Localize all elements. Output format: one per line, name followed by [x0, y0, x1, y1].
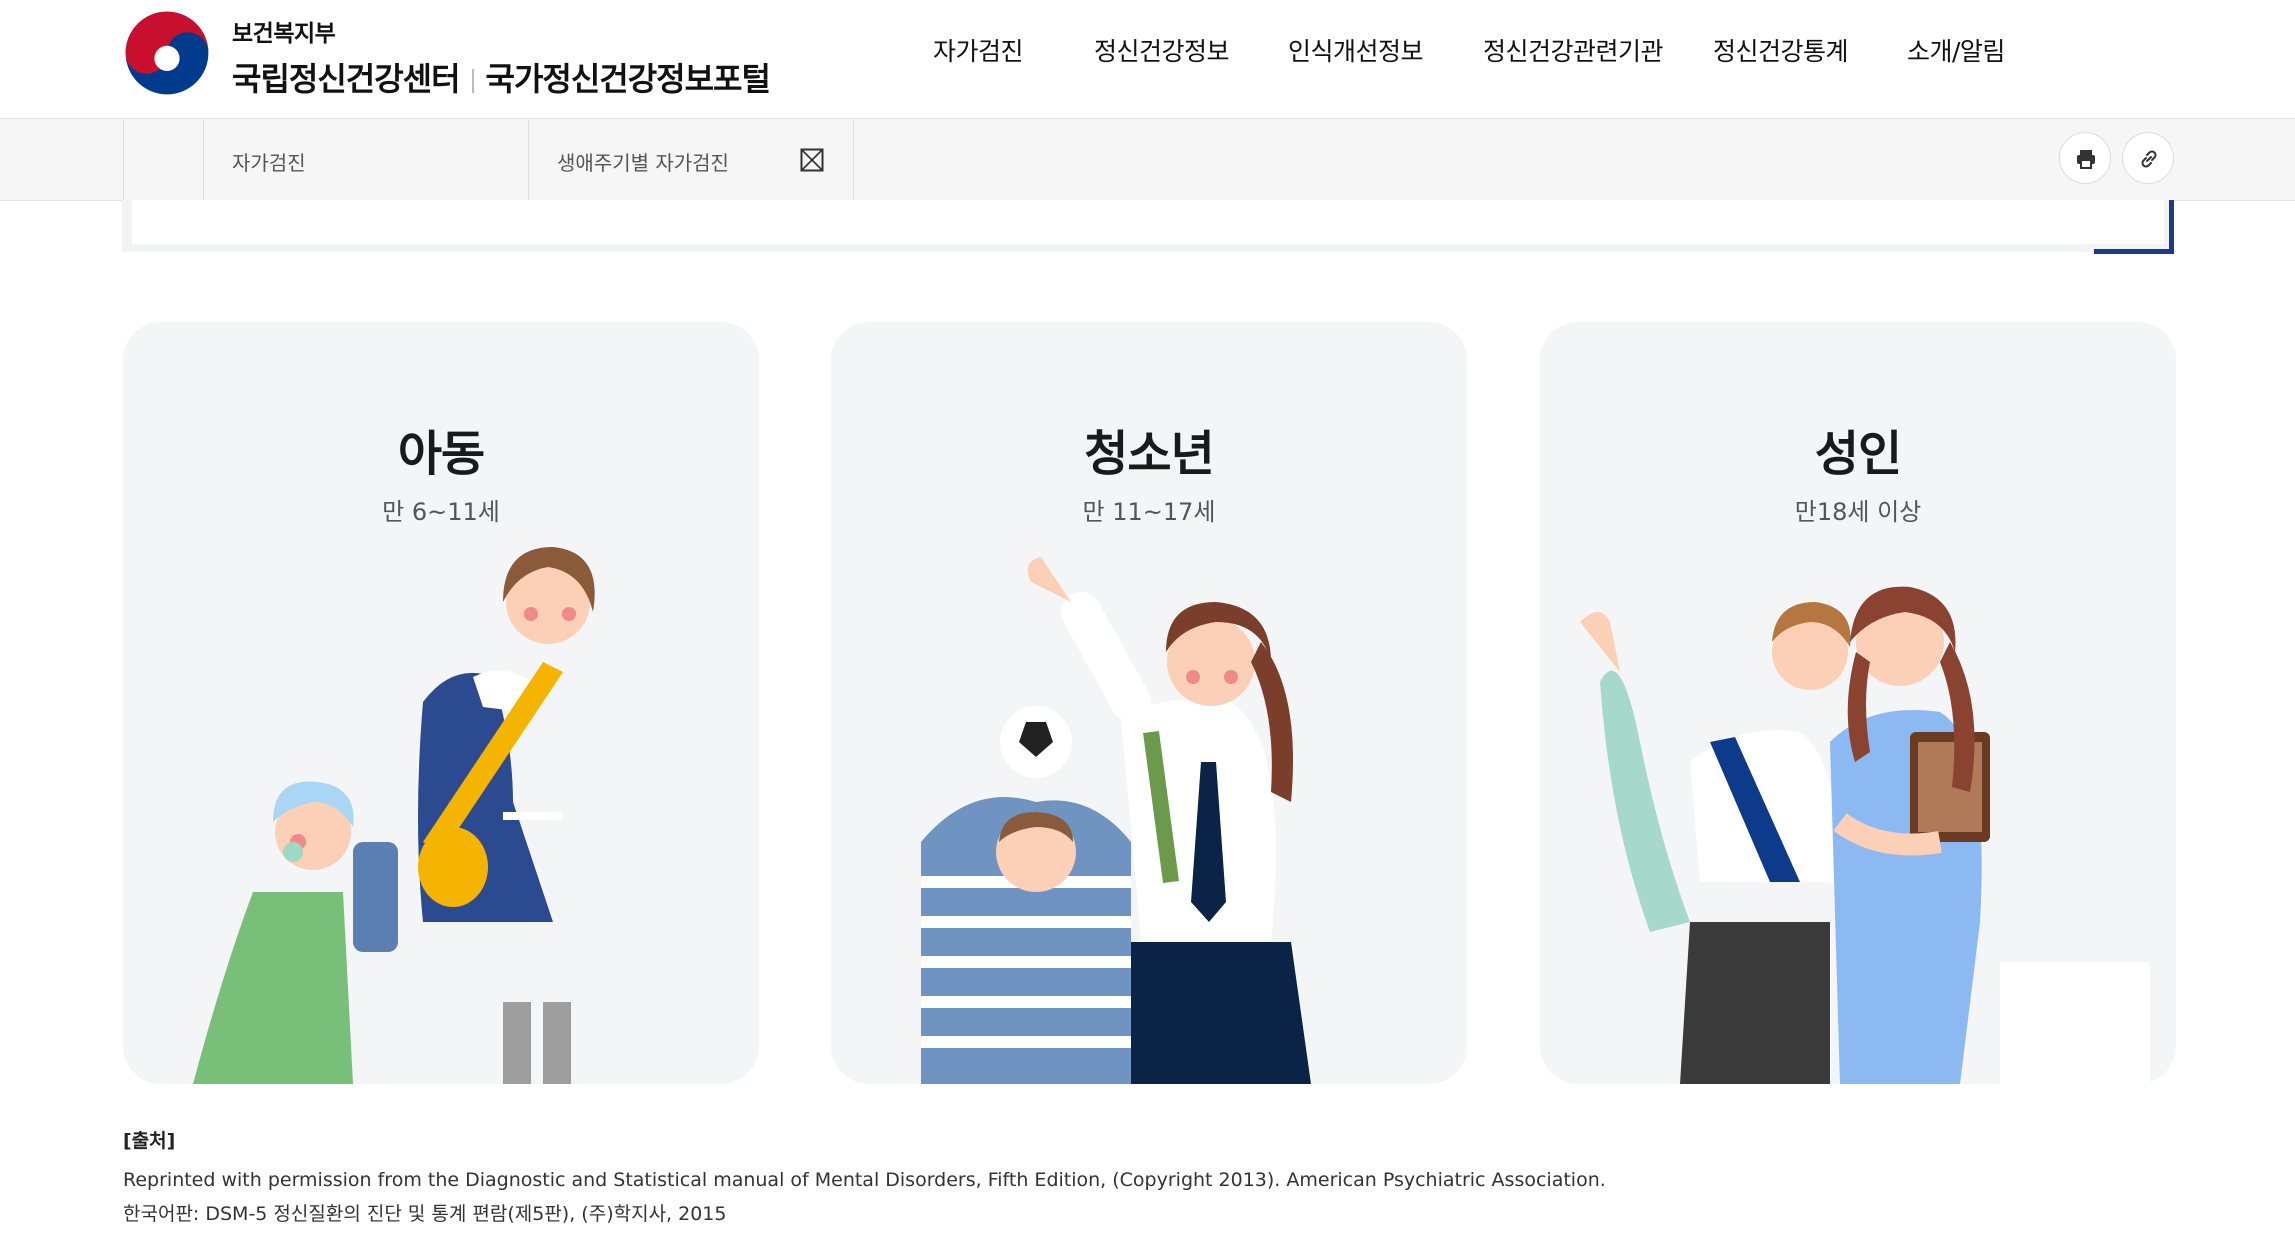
source-citation-en: Reprinted with permission from the Diagn…	[123, 1169, 1606, 1191]
government-logo[interactable]	[122, 8, 212, 98]
dropdown-toggle-icon[interactable]	[800, 148, 824, 172]
nav-related-institutions[interactable]: 정신건강관련기관	[1483, 32, 1664, 68]
source-citation-ko: 한국어판: DSM-5 정신질환의 진단 및 통계 편람(제5판), (주)학지…	[123, 1203, 727, 1225]
nav-statistics[interactable]: 정신건강통계	[1713, 32, 1849, 68]
ministry-name: 보건복지부	[232, 21, 336, 47]
card-title: 청소년	[1084, 426, 1214, 482]
breadcrumb-level1[interactable]: 자가검진	[203, 119, 529, 200]
site-logo-text[interactable]: 보건복지부 국립정신건강센터 국가정신건강정보포털	[232, 14, 771, 100]
nav-awareness-info[interactable]: 인식개선정보	[1288, 32, 1424, 68]
card-age-range: 만 11~17세	[1082, 498, 1216, 526]
site-header: 보건복지부 국립정신건강센터 국가정신건강정보포털 자가검진 정신건강정보 인식개…	[0, 0, 2295, 119]
nav-mental-health-info[interactable]: 정신건강정보	[1094, 32, 1230, 68]
title-divider	[471, 69, 474, 93]
source-section: [출처] Reprinted with permission from the …	[123, 1126, 1606, 1226]
card-child[interactable]: 아동 만 6~11세	[123, 322, 759, 1084]
copy-link-button[interactable]	[2122, 132, 2174, 184]
card-teen[interactable]: 청소년 만 11~17세	[831, 322, 1467, 1084]
card-age-range: 만18세 이상	[1794, 498, 1922, 526]
breadcrumb-level1-label: 자가검진	[232, 151, 306, 175]
breadcrumb-home[interactable]	[123, 119, 204, 200]
card-age-range: 만 6~11세	[382, 498, 500, 526]
card-adult[interactable]: 성인 만18세 이상	[1540, 322, 2176, 1084]
panel-corner-accent	[2094, 200, 2174, 254]
card-title: 성인	[1814, 426, 1902, 482]
print-icon	[2077, 150, 2095, 169]
intro-panel-inner	[132, 200, 2164, 244]
portal-name: 국가정신건강정보포털	[485, 60, 771, 98]
print-button[interactable]	[2059, 132, 2111, 184]
center-name: 국립정신건강센터	[232, 60, 461, 98]
nav-about-notice[interactable]: 소개/알림	[1907, 32, 2005, 68]
card-title: 아동	[397, 426, 485, 482]
breadcrumb-level2-label: 생애주기별 자가검진	[557, 151, 729, 175]
breadcrumb: 자가검진 생애주기별 자가검진	[0, 119, 2295, 201]
site-title: 국립정신건강센터 국가정신건강정보포털	[232, 54, 771, 100]
intro-panel-bottom	[122, 200, 2174, 252]
link-icon	[2141, 150, 2157, 168]
source-title: [출처]	[123, 1130, 176, 1152]
nav-self-check[interactable]: 자가검진	[933, 32, 1024, 68]
